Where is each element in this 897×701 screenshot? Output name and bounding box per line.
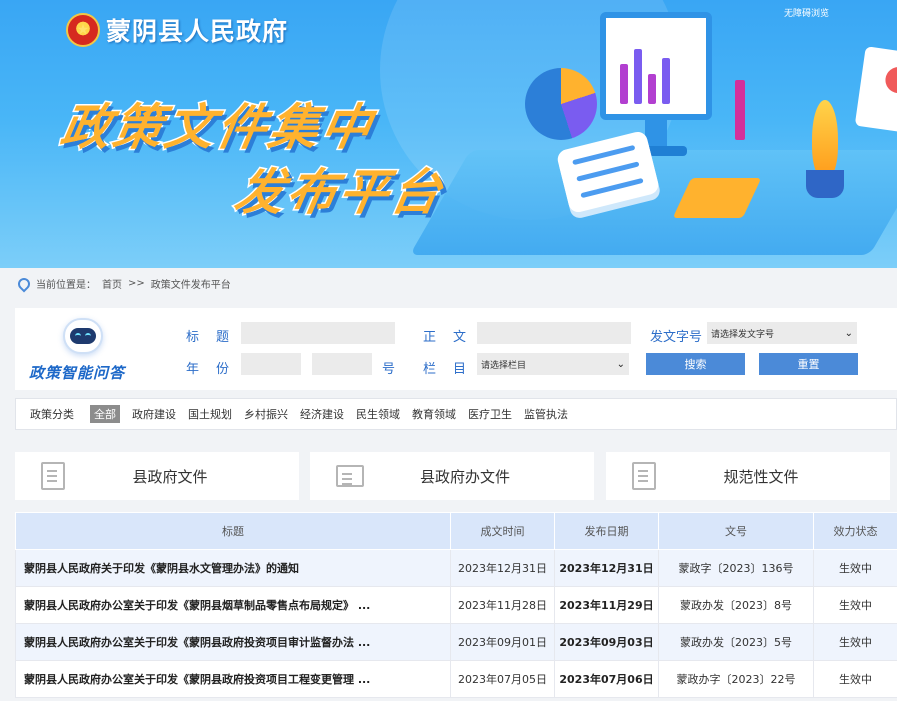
chevron-down-icon: ⌄ — [844, 327, 853, 339]
chevron-down-icon: ⌄ — [616, 358, 625, 370]
table-row[interactable]: 蒙阴县人民政府办公室关于印发《蒙阴县政府投资项目工程变更管理 ... 2023年… — [15, 660, 897, 698]
table-header-row: 标题 成文时间 发布日期 文号 效力状态 — [15, 512, 897, 550]
row-written-date: 2023年11月28日 — [450, 586, 555, 624]
row-status: 生效中 — [813, 549, 897, 587]
year-input[interactable] — [241, 353, 301, 375]
policy-category-bar: 政策分类 全部 政府建设 国土规划 乡村振兴 经济建设 民生领域 教育领域 医疗… — [15, 398, 897, 430]
row-docnum: 蒙政字〔2023〕136号 — [658, 549, 814, 587]
category-land-planning[interactable]: 国土规划 — [188, 406, 232, 422]
doc-type-county-gov[interactable]: 县政府文件 — [15, 452, 299, 500]
doc-type-label: 规范性文件 — [723, 467, 799, 486]
row-status: 生效中 — [813, 586, 897, 624]
docnum-select[interactable]: 请选择发文字号 ⌄ — [707, 322, 857, 344]
robot-icon — [63, 318, 103, 354]
column-header-published[interactable]: 发布日期 — [554, 512, 659, 550]
breadcrumb: 当前位置是： 首页 >> 政策文件发布平台 — [15, 275, 231, 292]
row-title[interactable]: 蒙阴县人民政府办公室关于印发《蒙阴县政府投资项目工程变更管理 ... — [15, 660, 451, 698]
body-input[interactable] — [477, 322, 631, 344]
row-docnum: 蒙政办发〔2023〕8号 — [658, 586, 814, 624]
category-livelihood[interactable]: 民生领域 — [356, 406, 400, 422]
column-label: 栏 目 — [423, 362, 469, 377]
column-header-written[interactable]: 成文时间 — [450, 512, 555, 550]
category-supervision[interactable]: 监管执法 — [524, 406, 568, 422]
row-title[interactable]: 蒙阴县人民政府办公室关于印发《蒙阴县烟草制品零售点布局规定》 ... — [15, 586, 451, 624]
search-panel: 政策智能问答 标 题 正 文 发文字号 请选择发文字号 ⌄ 年 份 号 栏 目 … — [15, 308, 897, 390]
body-label: 正 文 — [423, 330, 469, 345]
row-published-date: 2023年07月06日 — [554, 660, 659, 698]
row-written-date: 2023年07月05日 — [450, 660, 555, 698]
policy-qa-robot[interactable]: 政策智能问答 — [29, 314, 129, 384]
doc-type-normative[interactable]: 规范性文件 — [606, 452, 890, 500]
category-all[interactable]: 全部 — [90, 405, 120, 423]
row-published-date: 2023年12月31日 — [554, 549, 659, 587]
search-button[interactable]: 搜索 — [646, 353, 745, 375]
banner-title-line2: 发布平台 — [229, 163, 450, 223]
row-status: 生效中 — [813, 623, 897, 661]
column-header-status[interactable]: 效力状态 — [813, 512, 897, 550]
number-input[interactable] — [312, 353, 372, 375]
doc-type-label: 县政府办文件 — [419, 467, 510, 486]
plant-illustration — [812, 100, 838, 178]
row-published-date: 2023年11月29日 — [554, 586, 659, 624]
row-docnum: 蒙政办字〔2023〕22号 — [658, 660, 814, 698]
column-select[interactable]: 请选择栏目 ⌄ — [477, 353, 629, 375]
breadcrumb-home[interactable]: 首页 — [102, 276, 122, 291]
breadcrumb-prefix: 当前位置是： — [36, 280, 96, 291]
row-published-date: 2023年09月03日 — [554, 623, 659, 661]
arrow-up-illustration — [735, 80, 745, 140]
national-emblem-icon: ★ — [66, 13, 100, 47]
column-header-title[interactable]: 标题 — [15, 512, 451, 550]
category-education[interactable]: 教育领域 — [412, 406, 456, 422]
row-status: 生效中 — [813, 660, 897, 698]
site-logo[interactable]: ★ 蒙阴县人民政府 — [66, 12, 288, 48]
docnum-label: 发文字号 — [650, 330, 703, 345]
category-rural-revitalization[interactable]: 乡村振兴 — [244, 406, 288, 422]
docnum-select-value: 请选择发文字号 — [711, 329, 775, 340]
breadcrumb-separator: >> — [128, 278, 145, 289]
row-written-date: 2023年12月31日 — [450, 549, 555, 587]
title-label: 标 题 — [186, 330, 232, 345]
header-banner: ★ 蒙阴县人民政府 无障碍浏览 政策文件集中 发布平台 — [0, 0, 897, 268]
table-row[interactable]: 蒙阴县人民政府关于印发《蒙阴县水文管理办法》的通知 2023年12月31日 20… — [15, 549, 897, 587]
robot-label: 政策智能问答 — [29, 364, 126, 382]
stamped-document-illustration — [854, 46, 897, 134]
row-title[interactable]: 蒙阴县人民政府办公室关于印发《蒙阴县政府投资项目审计监督办法 ... — [15, 623, 451, 661]
banner-title-line1: 政策文件集中 — [55, 98, 380, 158]
category-gov-construction[interactable]: 政府建设 — [132, 406, 176, 422]
table-row[interactable]: 蒙阴县人民政府办公室关于印发《蒙阴县政府投资项目审计监督办法 ... 2023年… — [15, 623, 897, 661]
row-written-date: 2023年09月01日 — [450, 623, 555, 661]
column-header-docnum[interactable]: 文号 — [658, 512, 814, 550]
pie-chart-illustration — [525, 68, 597, 140]
site-name: 蒙阴县人民政府 — [106, 17, 289, 46]
title-input[interactable] — [241, 322, 395, 344]
pot-illustration — [806, 170, 844, 198]
year-label: 年 份 — [186, 362, 232, 377]
accessible-browsing-link[interactable]: 无障碍浏览 — [784, 6, 829, 19]
category-healthcare[interactable]: 医疗卫生 — [468, 406, 512, 422]
doc-type-label: 县政府文件 — [132, 467, 208, 486]
category-economy[interactable]: 经济建设 — [300, 406, 344, 422]
number-label: 号 — [382, 362, 398, 377]
location-pin-icon — [15, 275, 33, 292]
monitor-illustration — [600, 12, 712, 120]
column-select-value: 请选择栏目 — [481, 360, 527, 371]
breadcrumb-current[interactable]: 政策文件发布平台 — [151, 276, 231, 291]
doc-type-county-office[interactable]: 县政府办文件 — [310, 452, 594, 500]
row-title[interactable]: 蒙阴县人民政府关于印发《蒙阴县水文管理办法》的通知 — [15, 549, 451, 587]
reset-button[interactable]: 重置 — [759, 353, 858, 375]
policy-table: 标题 成文时间 发布日期 文号 效力状态 蒙阴县人民政府关于印发《蒙阴县水文管理… — [15, 512, 897, 698]
table-row[interactable]: 蒙阴县人民政府办公室关于印发《蒙阴县烟草制品零售点布局规定》 ... 2023年… — [15, 586, 897, 624]
row-docnum: 蒙政办发〔2023〕5号 — [658, 623, 814, 661]
category-head: 政策分类 — [30, 408, 74, 421]
